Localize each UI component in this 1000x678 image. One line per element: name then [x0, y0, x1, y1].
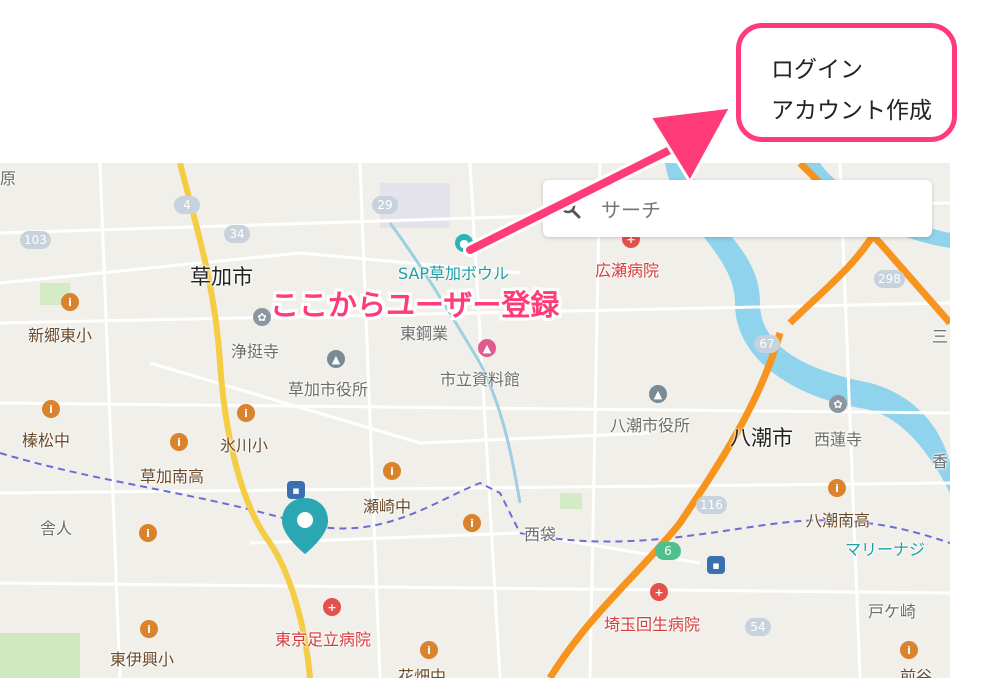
route-shield-4: 4 — [174, 196, 200, 214]
place-label: 三 — [932, 327, 949, 346]
city-hall-icon: ▲ — [327, 350, 345, 368]
route-shield-54: 54 — [745, 618, 771, 636]
place-label: マリーナジ — [845, 540, 926, 559]
place-label: 瀬崎中 — [363, 497, 412, 516]
school-icon: i — [61, 293, 79, 311]
school-icon: i — [42, 400, 60, 418]
place-label: 広瀬病院 — [595, 261, 660, 280]
place-label: 新郷東小 — [28, 326, 93, 345]
place-label: 氷川小 — [220, 436, 269, 455]
route-shield-298: 298 — [874, 270, 905, 288]
search-icon — [560, 198, 581, 219]
place-label: 西袋 — [524, 525, 557, 544]
search-input[interactable] — [599, 194, 903, 226]
place-label: 草加市役所 — [288, 380, 369, 399]
route-shield-6: 6 — [655, 542, 681, 560]
map-base — [0, 163, 950, 678]
city-hall-icon: ▲ — [649, 385, 667, 403]
school-icon: i — [139, 524, 157, 542]
school-icon: i — [237, 404, 255, 422]
login-link[interactable]: ログイン — [771, 50, 863, 84]
route-shield-67: 67 — [754, 335, 780, 353]
place-label: 八潮南高 — [806, 511, 871, 530]
place-label: 原 — [0, 169, 17, 188]
route-shield-34: 34 — [224, 225, 250, 243]
route-shield-116: 116 — [696, 496, 727, 514]
place-label: 花畑中 — [398, 667, 447, 678]
place-label: 埼玉回生病院 — [604, 615, 701, 634]
school-icon: i — [140, 620, 158, 638]
place-label: 榛松中 — [22, 431, 71, 450]
route-shield-29: 29 — [372, 196, 398, 214]
place-label: 西蓮寺 — [814, 430, 863, 449]
create-account-link[interactable]: アカウント作成 — [771, 91, 932, 125]
school-icon: i — [383, 462, 401, 480]
temple-icon: ✿ — [253, 308, 271, 326]
hospital-icon: + — [323, 598, 341, 616]
search-bar — [543, 180, 932, 237]
city-label-soka: 草加市 — [190, 265, 253, 289]
city-label-yashio: 八潮市 — [730, 426, 793, 450]
place-label: 前谷 — [900, 667, 933, 678]
place-label: 香 — [932, 452, 949, 471]
location-pin-icon[interactable] — [279, 496, 331, 558]
place-label: 市立資料館 — [440, 370, 521, 389]
station-icon: ▪ — [707, 556, 725, 574]
place-label: 浄挺寺 — [231, 342, 280, 361]
school-icon: i — [463, 514, 481, 532]
place-label: 東伊興小 — [110, 650, 175, 669]
place-label: SAP草加ボウル — [398, 264, 510, 283]
museum-icon: ▲ — [478, 339, 496, 357]
place-label: 草加南高 — [140, 467, 205, 486]
school-icon: i — [828, 479, 846, 497]
school-icon: i — [900, 641, 918, 659]
place-label: 戸ケ崎 — [868, 602, 917, 621]
signup-annotation: ここからユーザー登録 — [270, 288, 560, 322]
map-view[interactable]: 4 29 34 103 298 67 116 6 54 i i i i i i … — [0, 163, 950, 678]
bowling-icon: ● — [455, 234, 473, 252]
hospital-icon: + — [650, 583, 668, 601]
place-label: 八潮市役所 — [610, 416, 691, 435]
temple-icon: ✿ — [829, 395, 847, 413]
account-menu-highlight: ログイン アカウント作成 — [736, 23, 957, 142]
place-label: 東京足立病院 — [275, 630, 372, 649]
school-icon: i — [170, 433, 188, 451]
place-label: 舎人 — [40, 519, 73, 538]
route-shield-103: 103 — [20, 231, 51, 249]
school-icon: i — [420, 641, 438, 659]
